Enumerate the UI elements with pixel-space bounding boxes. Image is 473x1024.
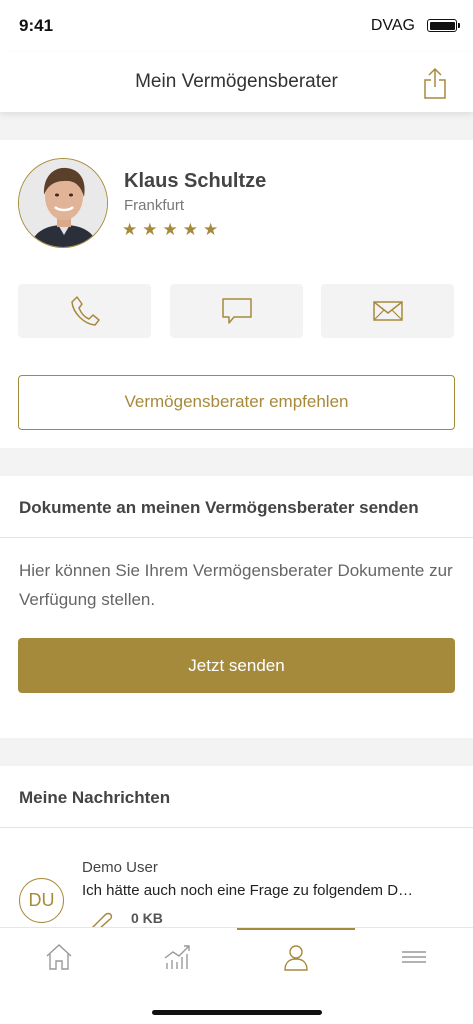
battery-icon [427,19,460,32]
section-spacer [0,448,473,476]
home-icon [46,944,72,970]
tab-portfolio[interactable] [118,928,236,990]
star-rating: ★★★★★ [122,220,224,239]
messages-title: Meine Nachrichten [19,788,171,807]
tab-menu[interactable] [355,928,473,990]
person-icon [284,945,308,971]
nav-bar: Mein Vermögensberater [0,52,473,112]
home-indicator [152,1010,322,1015]
advisor-city: Frankfurt [124,197,185,214]
recommend-advisor-button[interactable]: Vermögensberater empfehlen [18,375,455,430]
documents-title: Dokumente an meinen Vermögensberater sen… [19,498,419,517]
mail-button[interactable] [321,284,454,338]
phone-icon [70,296,100,326]
attachment-size: 0 KB [131,910,163,926]
status-time: 9:41 [19,16,54,35]
sender-avatar: DU [19,878,64,923]
advisor-name: Klaus Schultze [124,170,267,192]
chat-icon [221,298,252,324]
divider [0,827,473,828]
share-icon [424,67,446,99]
chat-button[interactable] [170,284,303,338]
mail-icon [372,301,403,321]
share-button[interactable] [419,66,451,100]
call-button[interactable] [18,284,151,338]
advisor-photo [18,158,108,248]
documents-section: Dokumente an meinen Vermögensberater sen… [0,476,473,738]
tab-advisor[interactable] [237,928,355,990]
page-title: Mein Vermögensberater [135,71,338,92]
documents-description: Hier können Sie Ihrem Vermögensberater D… [19,561,453,609]
section-spacer [0,738,473,766]
tab-bar [0,927,473,1024]
section-spacer [0,112,473,140]
advisor-card: Klaus Schultze Frankfurt ★★★★★ Vermögens… [0,140,473,448]
menu-icon [402,951,426,963]
tab-home[interactable] [0,928,118,990]
chart-icon [164,945,190,969]
send-documents-button[interactable]: Jetzt senden [18,638,455,693]
status-carrier: DVAG [370,17,415,34]
divider [0,537,473,538]
message-sender: Demo User [82,859,158,876]
status-bar: 9:41 DVAG [0,0,473,52]
message-preview: Ich hätte auch noch eine Frage zu folgen… [82,882,414,899]
